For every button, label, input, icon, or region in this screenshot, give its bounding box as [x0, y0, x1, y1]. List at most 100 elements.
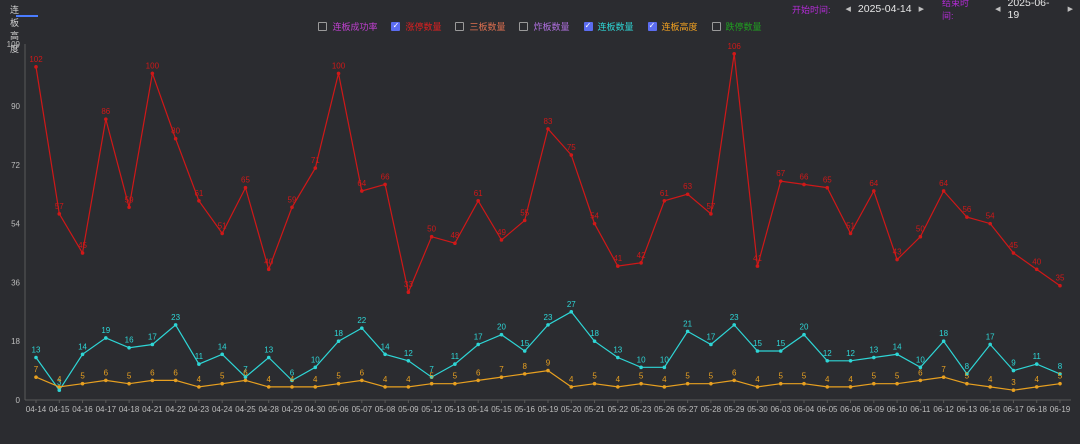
data-point [34, 355, 38, 360]
x-tick-label: 05-26 [654, 405, 675, 414]
data-label: 5 [802, 372, 807, 381]
data-point [895, 381, 899, 386]
data-label: 4 [313, 375, 318, 384]
data-point [709, 342, 713, 347]
data-point [918, 378, 923, 383]
data-point [383, 385, 387, 389]
data-point [685, 192, 690, 197]
data-point [453, 381, 457, 386]
data-point [848, 359, 853, 363]
x-tick-label: 06-13 [957, 405, 978, 414]
data-label: 100 [332, 61, 346, 70]
data-label: 5 [429, 372, 434, 381]
data-label: 15 [520, 339, 529, 348]
data-point [104, 378, 108, 383]
x-tick-label: 06-17 [1003, 405, 1024, 414]
data-point [848, 231, 853, 236]
data-point [1011, 388, 1016, 393]
data-point [1011, 368, 1016, 373]
data-point [1034, 385, 1039, 389]
data-label: 14 [218, 342, 227, 351]
x-tick-label: 05-06 [328, 405, 349, 414]
x-tick-label: 04-22 [165, 405, 186, 414]
data-point [34, 65, 38, 69]
data-point [173, 378, 178, 383]
data-label: 61 [474, 189, 483, 198]
data-label: 5 [872, 372, 877, 381]
data-point [569, 385, 574, 389]
data-label: 55 [520, 208, 529, 217]
data-label: 51 [218, 221, 227, 230]
data-point [592, 381, 597, 386]
data-point [802, 332, 806, 337]
data-point [220, 381, 224, 386]
data-point [755, 264, 760, 268]
data-label: 6 [732, 368, 737, 377]
data-point [80, 251, 85, 255]
data-label: 16 [125, 336, 134, 345]
data-label: 8 [965, 362, 970, 371]
data-label: 59 [125, 195, 134, 204]
data-label: 7 [941, 365, 946, 374]
data-label: 80 [171, 127, 180, 136]
data-point [313, 385, 318, 389]
series-0: 102 57 45 86 59 100 80 61 51 65 40 59 71 100 64 66 33 50 4… [29, 42, 1065, 295]
data-point [266, 267, 271, 272]
data-label: 10 [637, 355, 646, 364]
data-point [732, 51, 736, 56]
data-point [406, 290, 411, 295]
x-tick-label: 05-30 [747, 405, 768, 414]
x-tick-label: 06-09 [864, 405, 885, 414]
data-point [848, 385, 853, 389]
data-label: 19 [101, 326, 110, 335]
data-label: 11 [1033, 352, 1042, 361]
data-point [313, 365, 318, 370]
x-tick-label: 05-23 [631, 405, 652, 414]
data-point [104, 336, 108, 340]
data-label: 18 [590, 329, 599, 338]
data-point [336, 339, 341, 344]
data-label: 4 [616, 375, 621, 384]
data-label: 54 [986, 212, 995, 221]
data-label: 49 [497, 228, 506, 237]
data-label: 66 [381, 172, 390, 181]
data-point [872, 189, 876, 193]
data-point [685, 329, 690, 334]
x-tick-label: 05-29 [724, 405, 745, 414]
data-label: 57 [706, 202, 715, 211]
data-label: 4 [825, 375, 830, 384]
data-point [80, 352, 85, 357]
data-point [825, 185, 830, 190]
data-label: 4 [848, 375, 853, 384]
data-label: 11 [195, 352, 204, 361]
data-point [685, 381, 690, 386]
data-point [429, 381, 434, 386]
data-point [150, 71, 155, 76]
data-point [522, 372, 527, 376]
data-point [616, 264, 620, 268]
data-point [360, 326, 364, 330]
data-label: 6 [104, 368, 109, 377]
data-point [220, 352, 224, 357]
data-label: 13 [264, 346, 273, 355]
data-label: 7 [499, 365, 504, 374]
x-tick-label: 05-12 [421, 405, 442, 414]
data-label: 57 [55, 202, 64, 211]
data-label: 6 [173, 368, 178, 377]
data-point [80, 381, 85, 386]
data-point [639, 381, 643, 386]
data-point [476, 198, 480, 203]
data-label: 45 [78, 241, 87, 250]
data-point [1011, 251, 1016, 255]
series-2: 7 4 5 6 5 6 6 4 5 6 4 4 4 5 6 4 4 5 5 6 7 8 9 4 5 4 5 4 5 5 6 4 5 5 4 4 5 5 6 7… [34, 359, 1063, 393]
data-label: 12 [823, 349, 832, 358]
data-point [918, 234, 923, 239]
line-chart: 0183654729010904-14 04-15 04-16 04-17 04-18 0… [7, 40, 1071, 414]
data-label: 3 [1011, 378, 1016, 387]
data-label: 4 [1035, 375, 1040, 384]
data-label: 33 [404, 280, 413, 289]
data-point [895, 257, 899, 262]
data-point [57, 212, 62, 216]
data-point [639, 365, 643, 370]
x-tick-label: 06-04 [794, 405, 815, 414]
